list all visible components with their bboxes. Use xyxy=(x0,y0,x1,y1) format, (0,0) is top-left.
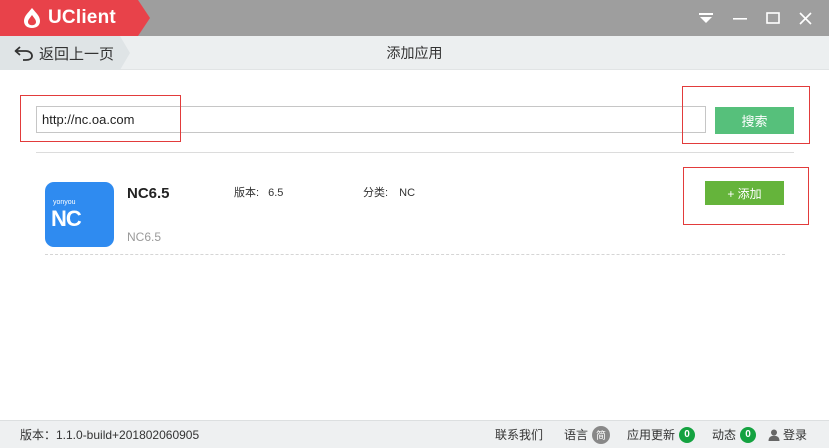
category-value: NC xyxy=(399,187,416,199)
nav-bar: 返回上一页 添加应用 xyxy=(0,36,829,70)
login-link[interactable]: 登录 xyxy=(768,421,807,448)
back-label: 返回上一页 xyxy=(39,45,115,63)
search-button[interactable]: 搜索 xyxy=(715,107,794,134)
app-icon-brand: yonyou xyxy=(53,199,76,206)
app-icon-text: NC xyxy=(51,206,82,231)
uclient-logo-icon xyxy=(24,8,40,28)
contact-us-link[interactable]: 联系我们 xyxy=(495,421,543,448)
language-badge: 简 xyxy=(592,425,611,444)
app-list-item: yonyou NC NC6.5 版本: 6.5 分类: NC NC6.5 + 添… xyxy=(45,170,785,255)
app-category: 分类: NC xyxy=(363,184,415,200)
dropdown-icon[interactable] xyxy=(690,0,722,36)
add-app-button[interactable]: + 添加 xyxy=(705,181,784,205)
app-name: UClient xyxy=(48,7,116,28)
version-info: 版本：1.1.0-build+201802060905 xyxy=(20,428,200,442)
app-version: 版本: 6.5 xyxy=(234,184,283,200)
updates-label: 应用更新 xyxy=(627,428,676,442)
back-button[interactable]: 返回上一页 xyxy=(0,36,130,70)
activity-label: 动态 xyxy=(712,428,737,442)
language-switch[interactable]: 语言 简 xyxy=(564,421,611,448)
category-label: 分类: xyxy=(363,187,389,199)
login-label: 登录 xyxy=(783,428,808,442)
maximize-icon[interactable] xyxy=(757,0,789,36)
version-value: 6.5 xyxy=(268,187,284,199)
close-icon[interactable] xyxy=(789,0,821,36)
app-brand: UClient xyxy=(0,0,150,36)
nc-app-icon: yonyou NC xyxy=(45,182,114,247)
version-label: 版本: xyxy=(234,187,260,199)
language-label: 语言 xyxy=(564,428,589,442)
app-updates-link[interactable]: 应用更新 0 xyxy=(627,421,696,448)
app-subtitle: NC6.5 xyxy=(127,230,162,244)
divider xyxy=(36,152,794,153)
url-input[interactable] xyxy=(36,106,706,133)
updates-count-badge: 0 xyxy=(679,426,696,443)
title-bar: UClient xyxy=(0,0,829,36)
user-icon xyxy=(768,429,780,441)
status-bar: 版本：1.1.0-build+201802060905 联系我们 语言 简 应用… xyxy=(0,420,829,448)
activity-count-badge: 0 xyxy=(740,426,757,443)
back-arrow-icon xyxy=(14,46,33,61)
minimize-icon[interactable] xyxy=(724,0,756,36)
activity-link[interactable]: 动态 0 xyxy=(712,421,757,448)
app-name-label: NC6.5 xyxy=(127,185,170,202)
